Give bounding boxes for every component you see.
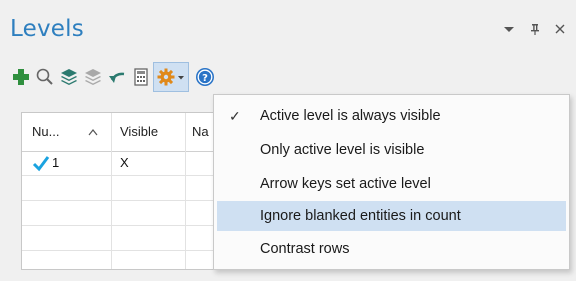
calculator-button[interactable] xyxy=(128,62,154,92)
level-visible[interactable]: X xyxy=(120,151,129,175)
help-button[interactable]: ? xyxy=(192,62,218,92)
menu-item-only-active-level-visible[interactable]: Only active level is visible xyxy=(217,135,566,165)
checkmark-icon: ✓ xyxy=(229,108,241,124)
search-icon xyxy=(36,68,53,85)
menu-item-active-level-always-visible[interactable]: ✓ Active level is always visible xyxy=(217,101,566,131)
menu-item-label: Contrast rows xyxy=(260,241,350,257)
undo-button[interactable] xyxy=(104,62,130,92)
pin-icon xyxy=(531,24,539,35)
add-level-icon xyxy=(13,69,29,85)
menu-item-label: Arrow keys set active level xyxy=(260,176,431,192)
layers-inactive-button[interactable] xyxy=(80,62,106,92)
level-number: 1 xyxy=(52,155,60,170)
active-level-check-icon xyxy=(32,151,50,175)
sort-ascending-icon xyxy=(88,113,98,151)
menu-item-ignore-blanked-entities[interactable]: Ignore blanked entities in count xyxy=(217,201,566,231)
close-button[interactable] xyxy=(554,20,566,38)
close-icon xyxy=(555,24,565,34)
layers-icon xyxy=(61,69,77,85)
svg-text:?: ? xyxy=(202,73,208,84)
calculator-icon xyxy=(134,68,148,86)
levels-panel: Levels ? Nu... Visible Na 1 X ✓ Active l… xyxy=(0,0,576,281)
panel-options-button[interactable] xyxy=(503,20,515,38)
gear-icon xyxy=(157,68,175,86)
panel-title: Levels xyxy=(10,16,84,42)
pin-button[interactable] xyxy=(529,20,541,38)
help-icon: ? xyxy=(196,68,214,86)
menu-item-label: Ignore blanked entities in count xyxy=(260,208,461,224)
search-button[interactable] xyxy=(32,62,58,92)
column-header-visible[interactable]: Visible xyxy=(120,113,158,151)
chevron-down-icon xyxy=(178,76,184,80)
settings-dropdown-button[interactable] xyxy=(153,62,189,92)
chevron-down-icon xyxy=(504,27,514,32)
settings-dropdown-menu: ✓ Active level is always visible Only ac… xyxy=(213,94,570,270)
layers-gray-icon xyxy=(85,69,101,85)
column-header-name[interactable]: Na xyxy=(192,113,209,151)
undo-arrow-icon xyxy=(109,72,125,83)
add-level-button[interactable] xyxy=(8,62,34,92)
column-header-number[interactable]: Nu... xyxy=(32,113,59,151)
menu-item-label: Active level is always visible xyxy=(260,108,441,124)
menu-item-arrow-keys-set-active-level[interactable]: Arrow keys set active level xyxy=(217,169,566,199)
menu-item-label: Only active level is visible xyxy=(260,142,425,158)
layers-button[interactable] xyxy=(56,62,82,92)
menu-item-contrast-rows[interactable]: Contrast rows xyxy=(217,234,566,264)
